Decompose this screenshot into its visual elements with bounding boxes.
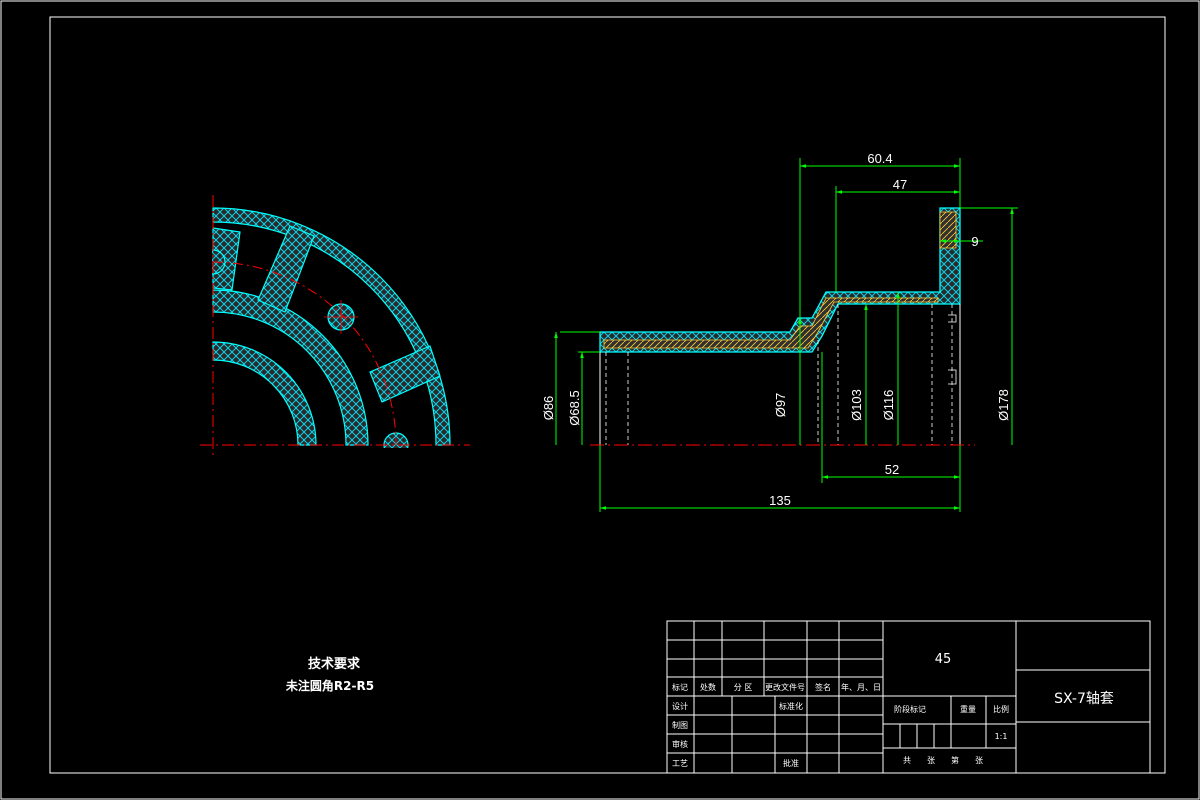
dim-dia-116: Ø116 (881, 390, 896, 421)
row-approve: 批准 (783, 758, 799, 768)
change-header-cell: 签名 (815, 682, 831, 692)
end-view (212, 207, 451, 448)
change-record-headers: 标记 处数 分 区 更改文件号 签名 年、月、日 (672, 682, 881, 692)
change-header-cell: 年、月、日 (841, 682, 881, 692)
dim-dia-86: Ø86 (541, 396, 556, 421)
dim-dia-178: Ø178 (996, 389, 1011, 421)
dim-135: 135 (769, 493, 791, 508)
weight-label: 重量 (960, 704, 976, 714)
scale-label: 比例 (993, 704, 1009, 714)
dim-dia-97: Ø97 (773, 393, 788, 418)
sheet-no-label: 第 (951, 755, 959, 765)
change-header-cell: 更改文件号 (765, 682, 805, 692)
dim-47: 47 (893, 177, 907, 192)
cad-drawing: 60.4 47 9 52 135 Ø86 Ø68.5 Ø97 Ø103 Ø116… (0, 0, 1200, 800)
tech-notes-title: 技术要求 (308, 656, 361, 672)
row-standard: 标准化 (779, 701, 803, 711)
stage-mark-label: 阶段标记 (894, 704, 926, 714)
dim-dia-68-5: Ø68.5 (567, 390, 582, 425)
change-header-cell: 分 区 (734, 683, 753, 692)
sheet-unit2-label: 张 (975, 756, 983, 765)
row-design: 设计 (672, 701, 688, 711)
tech-notes-line: 未注圆角R2-R5 (285, 678, 374, 693)
dim-52: 52 (885, 462, 899, 477)
part-name: SX-7轴套 (1054, 691, 1114, 707)
row-process: 工艺 (672, 759, 688, 768)
row-review: 审核 (672, 739, 688, 749)
dim-60-4: 60.4 (867, 151, 892, 166)
change-header-cell: 处数 (700, 682, 716, 692)
sheet-unit-label: 张 (927, 756, 935, 765)
dim-dia-103: Ø103 (849, 389, 864, 421)
row-draw: 制图 (672, 720, 688, 730)
material-value: 45 (935, 652, 952, 667)
scale-value: 1:1 (995, 732, 1008, 741)
sheet-total-label: 共 (903, 756, 911, 765)
change-header-cell: 标记 (672, 682, 688, 692)
dim-9: 9 (971, 234, 978, 249)
